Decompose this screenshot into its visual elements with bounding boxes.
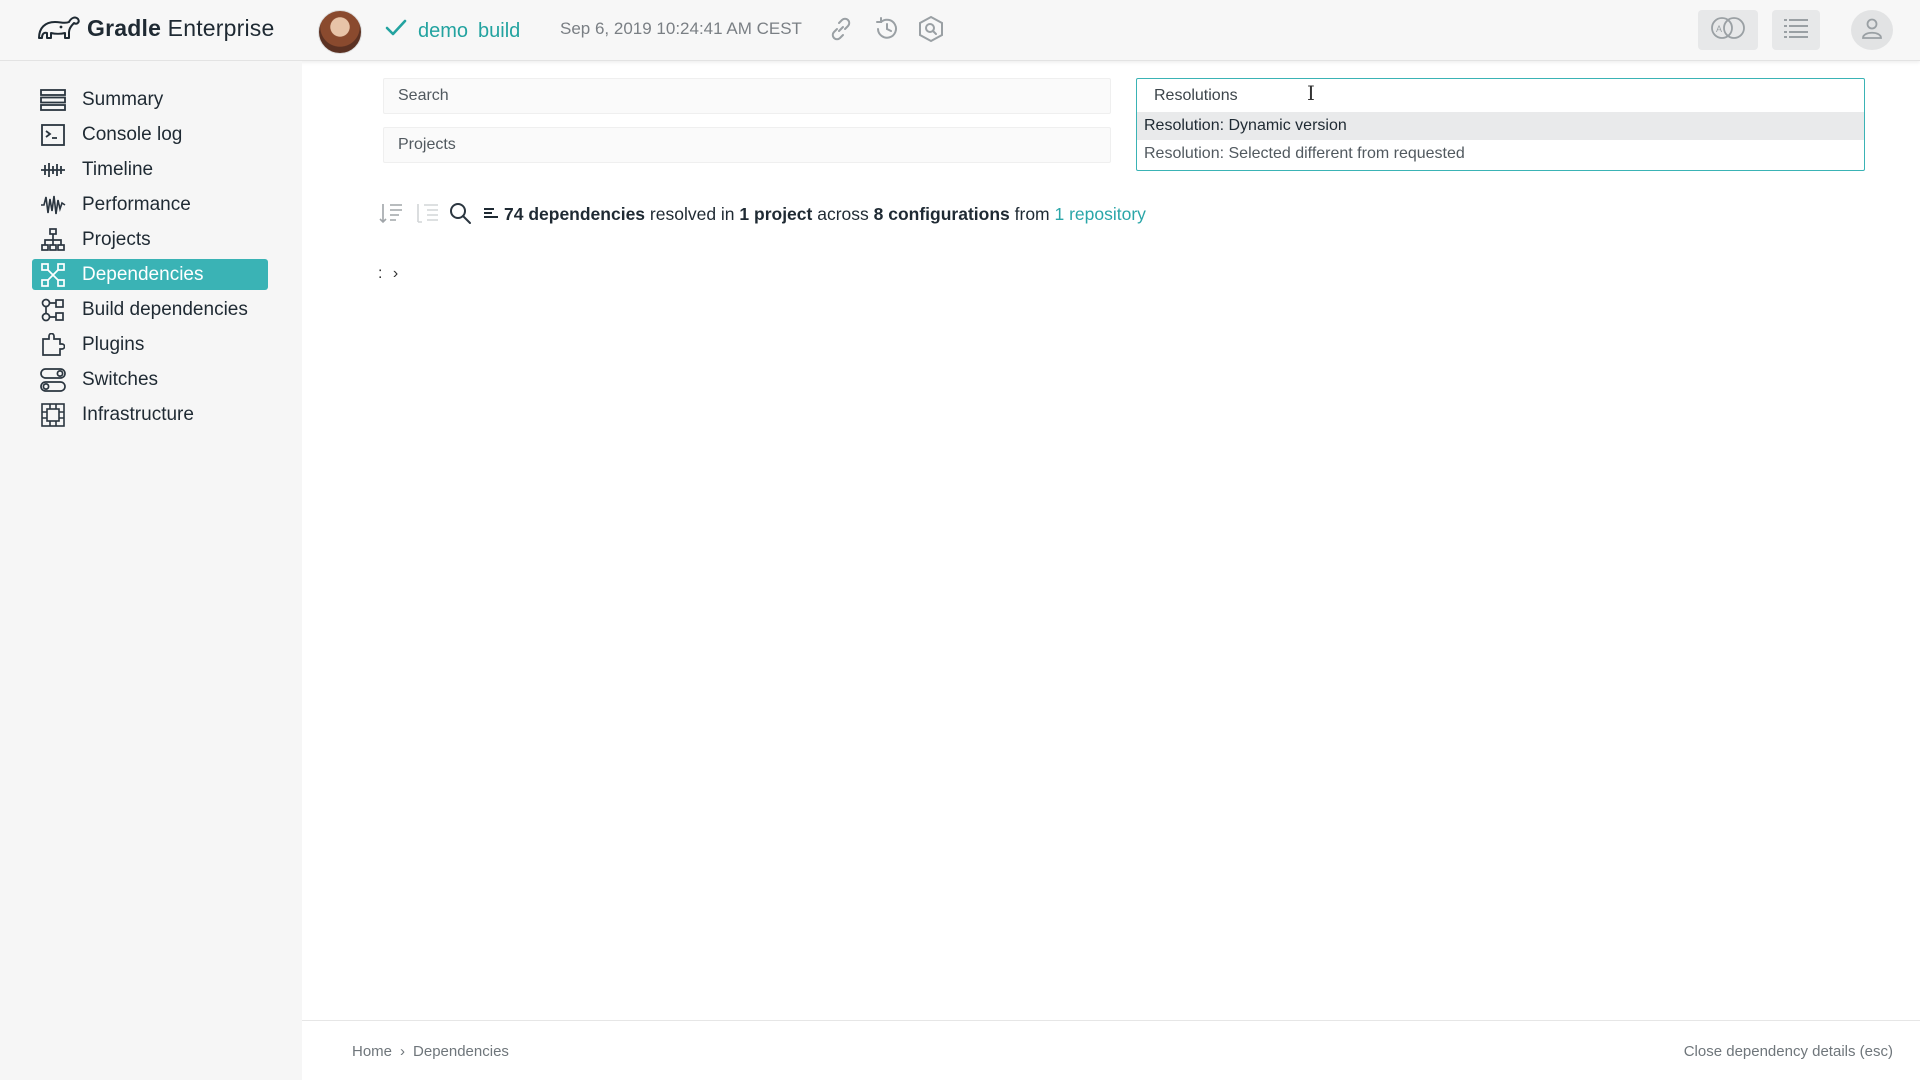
summary-text-3: from: [1009, 204, 1055, 224]
gradle-logo[interactable]: Gradle Enterprise: [35, 12, 275, 44]
sidebar-item-timeline[interactable]: Timeline: [32, 154, 268, 185]
summary-icon: [40, 87, 66, 113]
breadcrumb-separator: ›: [400, 1043, 406, 1060]
dependency-count: 74 dependencies: [504, 204, 646, 224]
history-icon[interactable]: [871, 14, 901, 44]
footer: Home › Dependencies Close dependency det…: [302, 1020, 1920, 1081]
sidebar-item-label: Plugins: [82, 333, 145, 355]
search-input[interactable]: Search: [383, 78, 1111, 114]
text-cursor-icon: I: [1307, 81, 1315, 105]
build-status: demo build: [384, 16, 520, 46]
compare-icon: A: [1707, 16, 1749, 45]
check-icon: [384, 16, 408, 46]
sidebar-item-infrastructure[interactable]: Infrastructure: [32, 399, 268, 430]
brand-light: Enterprise: [161, 14, 275, 41]
svg-text:A: A: [1716, 24, 1722, 34]
build-list-button[interactable]: [1772, 10, 1820, 50]
top-bar: Gradle Enterprise demo build Sep 6, 2019…: [0, 0, 1920, 61]
sidebar-item-switches[interactable]: Switches: [32, 364, 268, 395]
projects-filter-input[interactable]: Projects: [383, 127, 1111, 163]
compare-button[interactable]: A: [1698, 10, 1758, 50]
sidebar-item-label: Summary: [82, 88, 164, 110]
configuration-count: 8 configurations: [873, 204, 1010, 224]
console-icon: [40, 122, 66, 148]
sidebar-item-console-log[interactable]: Console log: [32, 119, 268, 150]
sidebar-item-build-dependencies[interactable]: Build dependencies: [32, 294, 268, 325]
tag-build[interactable]: build: [478, 20, 520, 43]
resolution-option-selected-different[interactable]: Resolution: Selected different from requ…: [1137, 140, 1864, 168]
sidebar-item-label: Console log: [82, 123, 183, 145]
breadcrumb-dependencies: Dependencies: [413, 1043, 509, 1060]
user-icon: [1861, 17, 1883, 44]
sidebar: Summary Console log Timeline Performance…: [0, 61, 302, 1080]
brand-bold: Gradle: [87, 14, 162, 41]
resolution-option-dynamic-version[interactable]: Resolution: Dynamic version: [1137, 112, 1864, 140]
breadcrumb: Home › Dependencies: [352, 1043, 509, 1060]
sidebar-item-label: Performance: [82, 193, 191, 215]
user-menu-button[interactable]: [1851, 10, 1893, 50]
sidebar-item-label: Build dependencies: [82, 298, 248, 320]
sidebar-item-label: Infrastructure: [82, 403, 194, 425]
dependencies-list-icon: [484, 204, 498, 225]
sidebar-item-label: Switches: [82, 368, 159, 390]
sort-descending-icon[interactable]: [378, 200, 404, 226]
dependencies-panel: [302, 180, 1920, 1020]
collapse-all-icon[interactable]: [414, 200, 440, 226]
performance-icon: [40, 192, 66, 218]
sidebar-item-plugins[interactable]: Plugins: [32, 329, 268, 360]
sidebar-item-performance[interactable]: Performance: [32, 189, 268, 220]
repository-link[interactable]: 1 repository: [1055, 204, 1146, 224]
sidebar-item-label: Projects: [82, 228, 151, 250]
list-icon: [1784, 17, 1808, 44]
summary-text-1: resolved in: [645, 204, 740, 224]
sidebar-item-projects[interactable]: Projects: [32, 224, 268, 255]
root-project-row[interactable]: : ›: [378, 265, 398, 283]
dependencies-icon: [40, 262, 66, 288]
timeline-icon: [40, 157, 66, 183]
sidebar-item-label: Dependencies: [82, 263, 204, 285]
dependency-summary: 74 dependencies resolved in 1 project ac…: [484, 204, 1146, 225]
link-icon[interactable]: [826, 14, 856, 44]
project-path: :: [378, 265, 383, 282]
infrastructure-icon: [40, 402, 66, 428]
resolutions-filter[interactable]: Resolutions I Resolution: Dynamic versio…: [1136, 78, 1865, 171]
switches-icon: [40, 367, 66, 393]
build-dependencies-icon: [40, 297, 66, 323]
user-avatar[interactable]: [318, 10, 362, 54]
breadcrumb-home[interactable]: Home: [352, 1043, 392, 1060]
summary-text-2: across: [812, 204, 874, 224]
projects-icon: [40, 227, 66, 253]
elephant-logo-icon: [35, 12, 81, 44]
sidebar-item-label: Timeline: [82, 158, 154, 180]
search-icon[interactable]: [447, 200, 473, 226]
project-count: 1 project: [739, 204, 813, 224]
plugins-icon: [40, 332, 66, 358]
sidebar-item-dependencies[interactable]: Dependencies: [32, 259, 268, 290]
build-timestamp: Sep 6, 2019 10:24:41 AM CEST: [560, 19, 802, 38]
resolutions-input[interactable]: Resolutions: [1154, 87, 1238, 105]
close-dependency-details-button[interactable]: Close dependency details (esc): [1684, 1043, 1893, 1060]
sidebar-item-summary[interactable]: Summary: [32, 84, 268, 115]
chevron-right-icon[interactable]: ›: [393, 265, 398, 282]
scan-icon[interactable]: [916, 14, 946, 44]
tag-demo[interactable]: demo: [418, 20, 468, 43]
